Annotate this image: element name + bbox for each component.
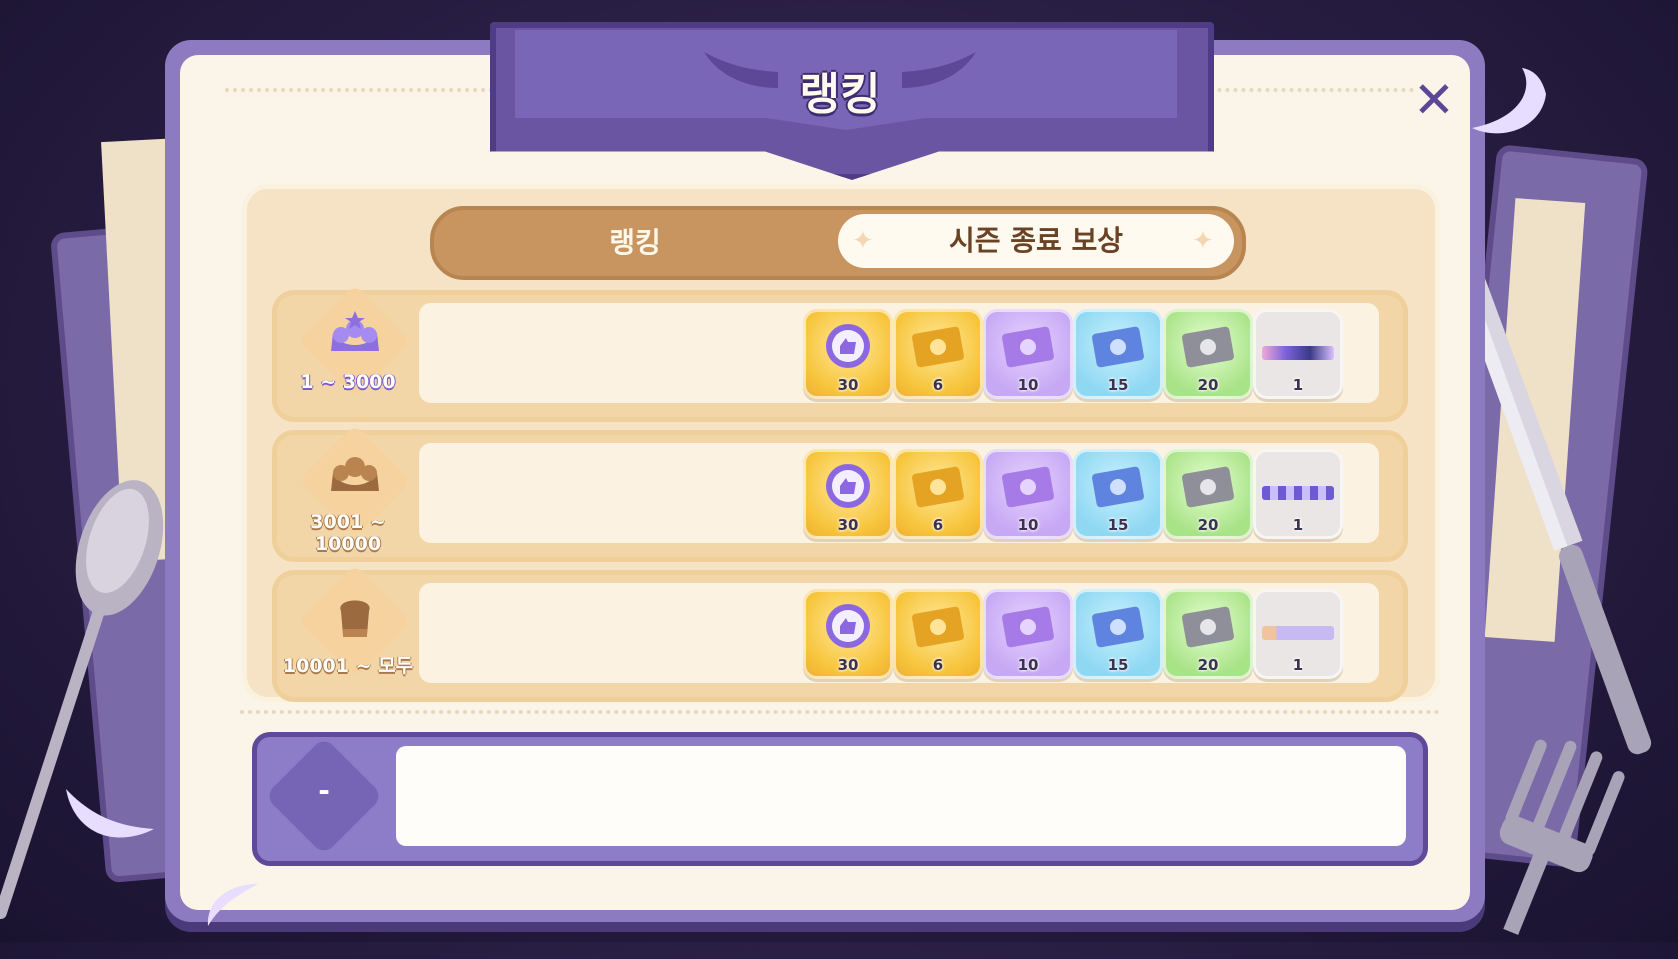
- silver-ticket-icon: [1182, 606, 1234, 648]
- reward-quantity: 30: [837, 516, 859, 534]
- sparkle-icon: ✦: [1192, 226, 1214, 256]
- crescent-moon-icon: [66, 789, 154, 838]
- divider-bottom: [240, 710, 1440, 714]
- blue-ticket-icon: [1092, 466, 1144, 508]
- reward-quantity: 30: [837, 376, 859, 394]
- banner-strip-icon: [1262, 346, 1334, 360]
- chef-hat-icon: [340, 600, 370, 637]
- reward-quantity: 1: [1292, 516, 1304, 534]
- reward-quantity: 20: [1197, 656, 1219, 674]
- page-title: 랭킹: [799, 69, 881, 120]
- gold-ticket-icon: [912, 326, 964, 368]
- reward-item-purple-ticket[interactable]: 10: [983, 309, 1073, 399]
- reward-quantity: 1: [1292, 656, 1304, 674]
- reward-item-blue-ticket[interactable]: 15: [1073, 309, 1163, 399]
- gold-ticket-icon: [912, 466, 964, 508]
- reward-item-blue-ticket[interactable]: 15: [1073, 449, 1163, 539]
- reward-item-purple-ticket[interactable]: 10: [983, 589, 1073, 679]
- brown-crown-icon: [331, 457, 379, 491]
- reward-item-medal[interactable]: 30: [803, 589, 893, 679]
- crescent-moon-icon: [1472, 68, 1546, 134]
- reward-quantity: 10: [1017, 516, 1039, 534]
- gold-ticket-icon: [912, 606, 964, 648]
- reward-item-medal[interactable]: 30: [803, 449, 893, 539]
- reward-quantity: 30: [837, 656, 859, 674]
- banner-strip-icon: [1262, 486, 1334, 500]
- reward-item-banner[interactable]: 1: [1253, 449, 1343, 539]
- reward-row: 1 ~ 3000 30 6 10 15 20 1: [272, 284, 1408, 422]
- silver-ticket-icon: [1182, 466, 1234, 508]
- reward-quantity: 10: [1017, 376, 1039, 394]
- blue-ticket-icon: [1092, 606, 1144, 648]
- reward-quantity: 1: [1292, 376, 1304, 394]
- reward-quantity: 20: [1197, 376, 1219, 394]
- reward-item-banner[interactable]: 1: [1253, 589, 1343, 679]
- reward-quantity: 15: [1107, 516, 1129, 534]
- reward-item-gold-ticket[interactable]: 6: [893, 589, 983, 679]
- purple-ticket-icon: [1002, 466, 1054, 508]
- rank-range: 3001 ~ 10000: [310, 511, 386, 555]
- my-rank-rewards-area: [396, 746, 1406, 846]
- tab-season-rewards[interactable]: 시즌 종료 보상: [838, 214, 1234, 268]
- rank-range: 10001 ~ 모두: [282, 655, 414, 677]
- purple-ticket-icon: [1002, 326, 1054, 368]
- thumbs-up-medal-icon: [826, 324, 870, 368]
- sparkle-icon: ✦: [852, 226, 874, 256]
- rank-range: 1 ~ 3000: [300, 371, 396, 393]
- reward-item-banner[interactable]: 1: [1253, 309, 1343, 399]
- purple-ticket-icon: [1002, 606, 1054, 648]
- thumbs-up-medal-icon: [826, 604, 870, 648]
- reward-quantity: 6: [932, 376, 944, 394]
- reward-item-silver-ticket[interactable]: 20: [1163, 589, 1253, 679]
- blue-ticket-icon: [1092, 326, 1144, 368]
- crescent-moon-icon: [207, 884, 258, 926]
- reward-row: 10001 ~ 모두 30 6 10 15 20 1: [272, 564, 1408, 702]
- reward-item-silver-ticket[interactable]: 20: [1163, 309, 1253, 399]
- reward-quantity: 6: [932, 656, 944, 674]
- reward-quantity: 15: [1107, 656, 1129, 674]
- reward-item-silver-ticket[interactable]: 20: [1163, 449, 1253, 539]
- thumbs-up-medal-icon: [826, 464, 870, 508]
- reward-quantity: 6: [932, 516, 944, 534]
- my-rank-value: -: [318, 774, 330, 807]
- reward-item-gold-ticket[interactable]: 6: [893, 449, 983, 539]
- tab-ranking[interactable]: 랭킹: [440, 210, 830, 276]
- reward-quantity: 10: [1017, 656, 1039, 674]
- reward-quantity: 20: [1197, 516, 1219, 534]
- reward-item-blue-ticket[interactable]: 15: [1073, 589, 1163, 679]
- banner-strip-icon: [1262, 626, 1334, 640]
- reward-item-medal[interactable]: 30: [803, 309, 893, 399]
- reward-quantity: 15: [1107, 376, 1129, 394]
- reward-item-gold-ticket[interactable]: 6: [893, 309, 983, 399]
- close-button[interactable]: ✕: [1408, 74, 1460, 126]
- purple-crown-icon: [331, 311, 379, 351]
- reward-item-purple-ticket[interactable]: 10: [983, 449, 1073, 539]
- silver-ticket-icon: [1182, 326, 1234, 368]
- reward-row: 3001 ~ 10000 30 6 10 15 20 1: [272, 424, 1408, 562]
